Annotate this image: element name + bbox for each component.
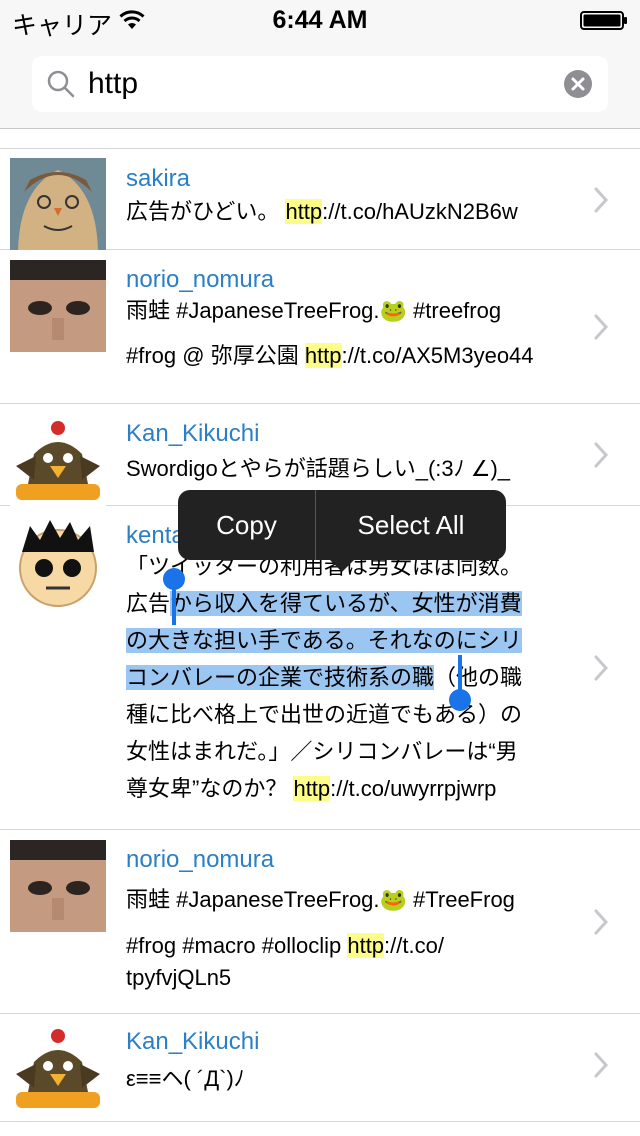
search-bar[interactable]: [32, 56, 608, 112]
search-match-highlight: http: [293, 776, 331, 801]
menu-pointer: [330, 560, 354, 572]
text-selection: から収入を得ているが、女性が消費: [170, 591, 522, 616]
avatar: [10, 414, 106, 506]
list-item[interactable]: norio_nomura 雨蛙 #JapaneseTreeFrog.🐸 #tre…: [0, 250, 640, 404]
tweet-text: 「ツイッターの利用者は男女ほぼ同数。 広告から収入を得ているが、女性が消費 の大…: [126, 554, 523, 801]
tweet-text: 広告がひどい。 http://t.co/hAUzkN2B6w: [126, 199, 518, 224]
clock: 6:44 AM: [272, 6, 368, 34]
list-item[interactable]: sakira 広告がひどい。 http://t.co/hAUzkN2B6w: [0, 148, 640, 250]
list-item[interactable]: Kan_Kikuchi ε≡≡ヘ( ´Д`)ﾉ: [0, 1014, 640, 1122]
tweet-text: ε≡≡ヘ( ´Д`)ﾉ: [126, 1066, 245, 1091]
close-icon: [571, 77, 585, 91]
selection-end-handle[interactable]: [449, 689, 471, 711]
avatar: [10, 1022, 106, 1114]
avatar: [10, 260, 106, 352]
avatar: [10, 840, 106, 932]
username[interactable]: norio_nomura: [126, 846, 274, 874]
username[interactable]: kenta: [126, 522, 185, 550]
list-item[interactable]: norio_nomura 雨蛙 #JapaneseTreeFrog.🐸 #Tre…: [0, 830, 640, 1014]
chevron-right-icon: [594, 187, 609, 213]
avatar: [10, 516, 106, 608]
select-all-button[interactable]: Select All: [316, 490, 506, 560]
status-bar: キャリア 6:44 AM: [0, 0, 640, 40]
clear-search-button[interactable]: [564, 70, 592, 98]
tweet-text: 雨蛙 #JapaneseTreeFrog.🐸 #TreeFrog #frog #…: [126, 887, 515, 990]
username[interactable]: Kan_Kikuchi: [126, 420, 259, 448]
search-input[interactable]: [88, 64, 538, 104]
chevron-right-icon: [594, 442, 609, 468]
chevron-right-icon: [594, 1052, 609, 1078]
chevron-right-icon: [594, 655, 609, 681]
search-icon: [47, 70, 75, 98]
text-selection: コンバレーの企業で技術系の職: [126, 665, 435, 690]
chevron-right-icon: [594, 314, 609, 340]
tweet-text: 雨蛙 #JapaneseTreeFrog.🐸 #treefrog #frog @…: [126, 298, 534, 368]
username[interactable]: Kan_Kikuchi: [126, 1028, 259, 1056]
selection-start-handle-bar[interactable]: [172, 585, 176, 625]
battery-icon: [580, 11, 627, 30]
chevron-right-icon: [594, 909, 609, 935]
copy-button[interactable]: Copy: [178, 490, 315, 560]
tweet-text: Swordigoとやらが話題らしい_(:3ﾉ ∠)_: [126, 456, 511, 481]
search-match-highlight: http: [304, 343, 342, 368]
search-match-highlight: http: [285, 199, 323, 224]
edit-menu: Copy Select All: [178, 490, 506, 560]
avatar: [10, 158, 106, 250]
search-match-highlight: http: [347, 933, 385, 958]
text-selection: の大きな担い手である。それなのにシリ: [126, 628, 522, 653]
